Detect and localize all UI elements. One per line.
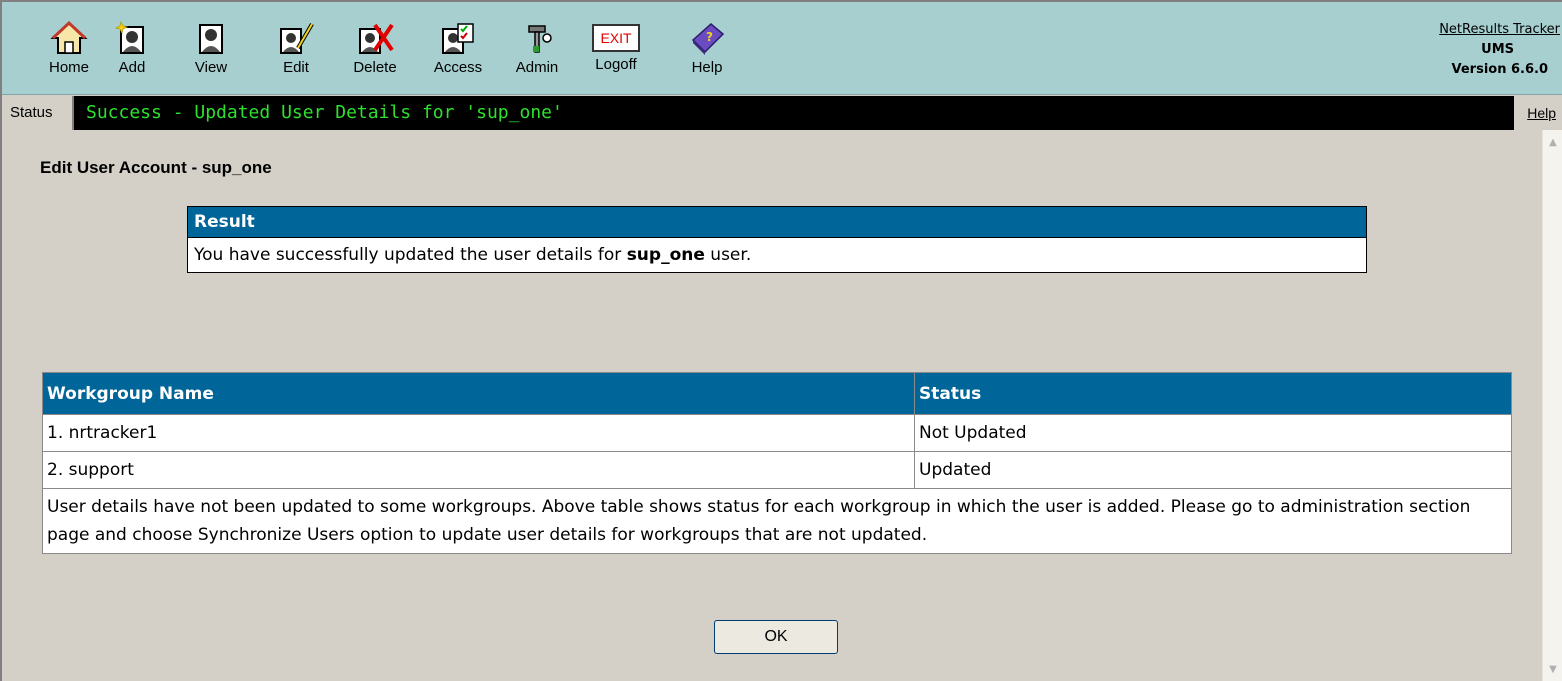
table-note-row: User details have not been updated to so… bbox=[43, 489, 1511, 553]
brand-block: NetResults Tracker UMS Version 6.6.0 bbox=[1439, 20, 1560, 80]
result-username: sup_one bbox=[626, 245, 705, 265]
view-user-icon bbox=[199, 24, 223, 54]
edit-label: Edit bbox=[283, 59, 309, 76]
admin-label: Admin bbox=[515, 59, 559, 76]
home-label: Home bbox=[48, 59, 89, 76]
workgroup-name-cell: 1. nrtracker1 bbox=[43, 415, 915, 451]
result-text-after: user. bbox=[704, 245, 752, 265]
exit-sign-icon: EXIT bbox=[592, 24, 640, 52]
add-label: Add bbox=[118, 59, 146, 76]
home-button[interactable]: Home bbox=[34, 20, 104, 76]
status-label: Status bbox=[2, 96, 74, 130]
access-button[interactable]: Access bbox=[423, 20, 493, 76]
workgroup-table: Workgroup Name Status 1. nrtracker1 Not … bbox=[42, 372, 1512, 554]
result-message: You have successfully updated the user d… bbox=[188, 238, 1366, 272]
home-icon bbox=[50, 20, 88, 54]
status-bar: Status Success - Updated User Details fo… bbox=[2, 96, 1562, 130]
svg-text:?: ? bbox=[706, 30, 713, 44]
logoff-label: Logoff bbox=[595, 56, 637, 73]
app-name: UMS bbox=[1481, 42, 1514, 57]
column-header-status: Status bbox=[919, 384, 982, 404]
admin-tools-icon bbox=[528, 25, 552, 53]
admin-button[interactable]: Admin bbox=[502, 20, 572, 76]
column-header-workgroup: Workgroup Name bbox=[43, 373, 915, 415]
status-help-link[interactable]: Help bbox=[1514, 96, 1562, 130]
delete-user-icon bbox=[359, 23, 394, 54]
sync-note: User details have not been updated to so… bbox=[47, 497, 1471, 545]
help-book-icon: ? bbox=[691, 23, 725, 55]
table-row: 2. support Updated bbox=[43, 452, 1511, 489]
help-label: Help bbox=[691, 59, 723, 76]
edit-user-icon bbox=[280, 22, 314, 54]
view-button[interactable]: View bbox=[176, 20, 246, 76]
status-message: Success - Updated User Details for 'sup_… bbox=[86, 102, 563, 123]
version-label: Version 6.6.0 bbox=[1451, 62, 1549, 77]
add-user-icon bbox=[114, 20, 144, 54]
access-label: Access bbox=[433, 59, 483, 76]
workgroup-name-cell: 2. support bbox=[43, 452, 915, 488]
access-icon bbox=[442, 23, 474, 54]
workgroup-status-cell: Updated bbox=[919, 460, 992, 480]
main-content: Edit User Account - sup_one Result You h… bbox=[2, 130, 1542, 681]
result-header: Result bbox=[188, 207, 1366, 238]
help-button[interactable]: ? Help bbox=[672, 20, 742, 76]
product-link[interactable]: NetResults Tracker bbox=[1439, 20, 1560, 40]
table-row: 1. nrtracker1 Not Updated bbox=[43, 415, 1511, 452]
toolbar: Home Add View Edit Delete Access Admin E… bbox=[2, 2, 1562, 95]
logoff-button[interactable]: EXIT Logoff bbox=[581, 20, 651, 73]
result-text-before: You have successfully updated the user d… bbox=[194, 245, 627, 265]
vertical-scrollbar[interactable]: ▲ ▼ bbox=[1542, 130, 1562, 681]
workgroup-status-cell: Not Updated bbox=[919, 423, 1027, 443]
ok-button[interactable]: OK bbox=[714, 620, 838, 654]
view-label: View bbox=[194, 59, 228, 76]
delete-button[interactable]: Delete bbox=[340, 20, 410, 76]
scroll-down-icon[interactable]: ▼ bbox=[1544, 661, 1562, 679]
scroll-up-icon[interactable]: ▲ bbox=[1544, 134, 1562, 152]
page-title: Edit User Account - sup_one bbox=[40, 158, 272, 177]
result-panel: Result You have successfully updated the… bbox=[187, 206, 1367, 273]
delete-label: Delete bbox=[353, 59, 397, 76]
add-button[interactable]: Add bbox=[97, 20, 167, 76]
edit-button[interactable]: Edit bbox=[261, 20, 331, 76]
table-header-row: Workgroup Name Status bbox=[43, 373, 1511, 415]
